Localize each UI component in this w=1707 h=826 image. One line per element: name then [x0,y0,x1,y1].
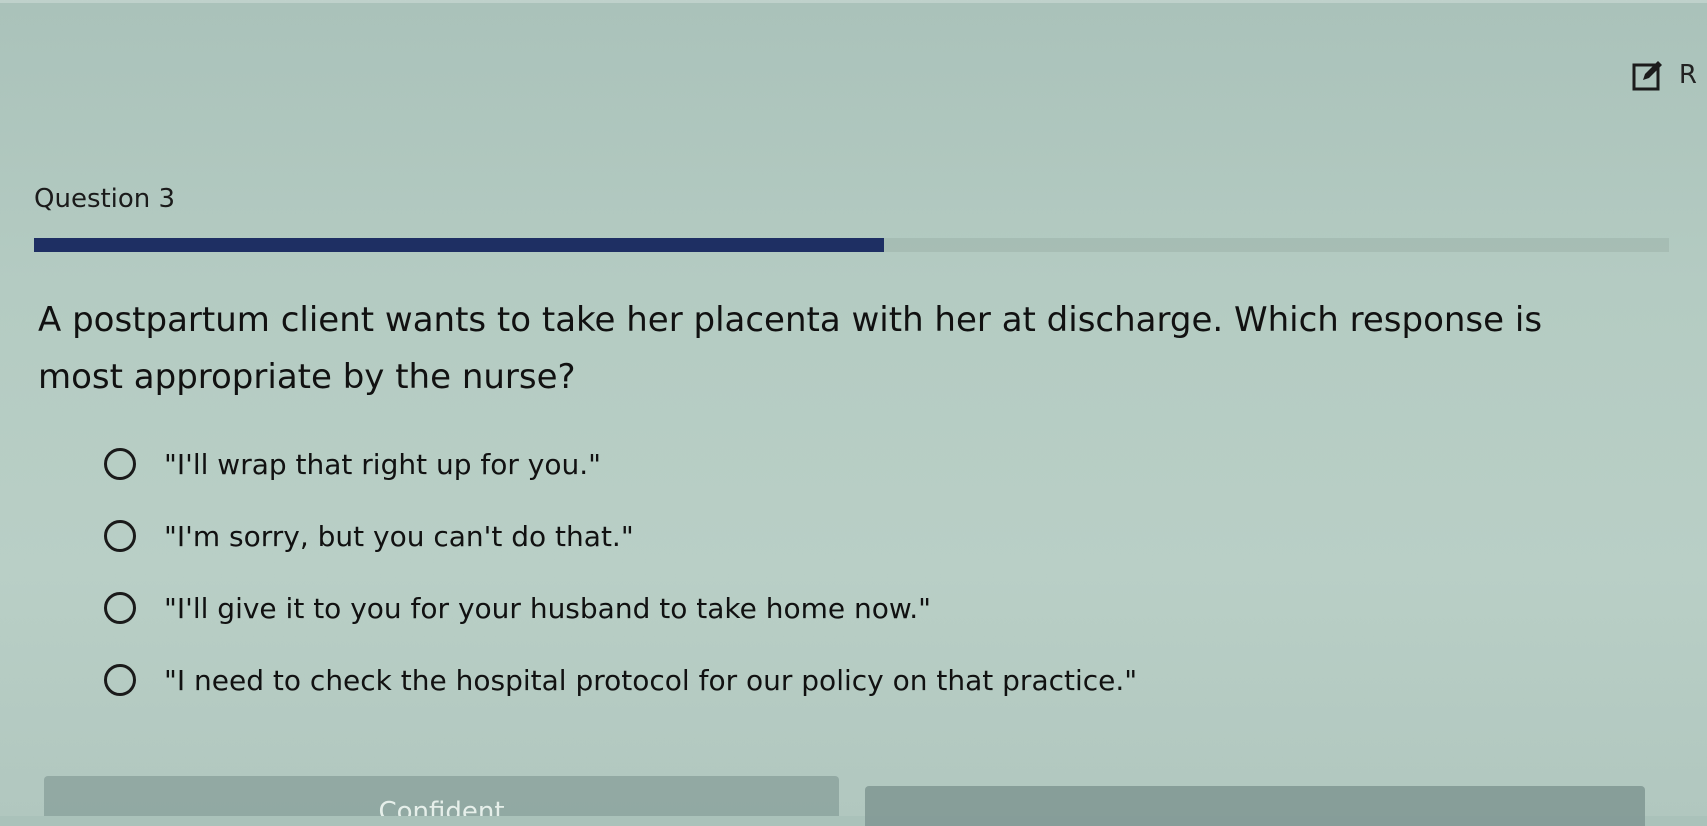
question-text: A postpartum client wants to take her pl… [38,300,1543,397]
edit-pencil-icon [1631,58,1665,92]
confident-button-label: Confident [378,797,505,816]
edit-link[interactable]: R [1631,58,1697,92]
radio-empty-icon[interactable] [104,664,136,696]
question-progress-bar [34,238,1669,252]
answer-option[interactable]: "I'll give it to you for your husband to… [104,572,1304,644]
radio-empty-icon[interactable] [104,520,136,552]
secondary-button[interactable] [865,786,1645,826]
edit-link-label: R [1678,60,1697,90]
answer-option[interactable]: "I'm sorry, but you can't do that." [104,500,1304,572]
answer-options: "I'll wrap that right up for you." "I'm … [104,428,1304,716]
radio-empty-icon[interactable] [104,592,136,624]
answer-label: "I need to check the hospital protocol f… [164,663,1138,697]
answer-option[interactable]: "I need to check the hospital protocol f… [104,644,1304,716]
confident-button[interactable]: Confident [44,776,839,816]
question-progress-fill [34,238,885,252]
question-title: Question 3 [34,184,176,214]
radio-empty-icon[interactable] [104,448,136,480]
answer-label: "I'm sorry, but you can't do that." [164,519,634,553]
top-rule [0,0,1707,3]
answer-label: "I'll give it to you for your husband to… [164,591,932,625]
answer-option[interactable]: "I'll wrap that right up for you." [104,428,1304,500]
answer-label: "I'll wrap that right up for you." [164,447,602,481]
